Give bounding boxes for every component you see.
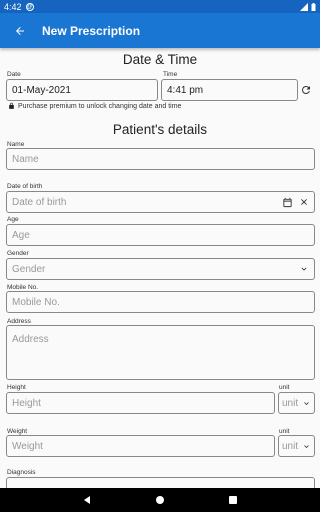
date-value: 01-May-2021 xyxy=(12,84,71,96)
page-title: New Prescription xyxy=(42,23,141,38)
calendar-icon[interactable] xyxy=(282,197,293,208)
address-placeholder: Address xyxy=(12,334,49,345)
patient-details-heading: Patient's details xyxy=(112,122,208,137)
weight-label: Weight xyxy=(7,428,28,435)
height-unit-select[interactable]: unit xyxy=(278,392,315,414)
gender-placeholder: Gender xyxy=(12,263,46,275)
name-placeholder: Name xyxy=(12,153,39,165)
address-label: Address xyxy=(7,318,31,325)
form-scroll-area[interactable]: Date & Time Date 01-May-2021 Time 4:41 p… xyxy=(0,48,320,488)
diagnosis-label: Diagnosis xyxy=(7,469,36,476)
refresh-icon[interactable] xyxy=(300,84,312,96)
back-button[interactable] xyxy=(0,13,40,48)
date-field[interactable]: 01-May-2021 xyxy=(6,79,158,101)
age-input[interactable]: Age xyxy=(6,224,315,246)
mobile-label: Mobile No. xyxy=(7,284,39,291)
height-unit-label: unit xyxy=(279,384,290,391)
dob-placeholder: Date of birth xyxy=(12,196,67,208)
notification-icon: @ xyxy=(25,2,34,11)
weight-unit-label: unit xyxy=(279,428,290,435)
system-nav-bar xyxy=(0,488,320,512)
dob-input[interactable]: Date of birth xyxy=(6,191,315,213)
battery-icon xyxy=(311,2,316,11)
date-label: Date xyxy=(7,71,21,78)
name-label: Name xyxy=(7,141,25,148)
age-placeholder: Age xyxy=(12,229,30,241)
weight-placeholder: Weight xyxy=(12,440,43,452)
age-label: Age xyxy=(7,216,19,223)
date-time-heading: Date & Time xyxy=(122,52,198,67)
gender-select[interactable]: Gender xyxy=(6,258,315,280)
weight-unit-placeholder: unit xyxy=(282,440,299,452)
height-input[interactable]: Height xyxy=(6,392,275,414)
arrow-back-icon xyxy=(16,26,24,35)
weight-input[interactable]: Weight xyxy=(6,435,275,457)
height-placeholder: Height xyxy=(12,397,41,409)
nav-back-icon[interactable] xyxy=(82,495,92,505)
status-time: 4:42 xyxy=(4,1,22,12)
chevron-down-icon xyxy=(304,401,309,405)
status-bar: 4:42 @ xyxy=(0,0,320,13)
address-textarea[interactable]: Address xyxy=(6,325,315,380)
height-label: Height xyxy=(7,384,26,391)
nav-recents-icon[interactable] xyxy=(228,495,238,505)
mobile-input[interactable]: Mobile No. xyxy=(6,291,315,313)
premium-note: Purchase premium to unlock changing date… xyxy=(8,102,181,110)
dob-label: Date of birth xyxy=(7,183,43,190)
nav-home-icon[interactable] xyxy=(155,495,165,505)
time-field[interactable]: 4:41 pm xyxy=(161,79,298,101)
premium-note-text: Purchase premium to unlock changing date… xyxy=(18,102,182,110)
time-value: 4:41 pm xyxy=(167,84,204,96)
lock-icon xyxy=(9,102,14,109)
mobile-placeholder: Mobile No. xyxy=(12,296,60,308)
weight-unit-select[interactable]: unit xyxy=(278,435,315,457)
gender-label: Gender xyxy=(7,250,29,257)
app-bar: New Prescription xyxy=(0,13,320,48)
chevron-down-icon xyxy=(304,444,309,448)
name-input[interactable]: Name xyxy=(6,148,315,170)
time-label: Time xyxy=(163,71,178,78)
clear-icon[interactable] xyxy=(299,197,309,207)
chevron-down-icon xyxy=(301,267,307,271)
height-unit-placeholder: unit xyxy=(282,397,299,409)
signal-icon xyxy=(300,2,308,11)
diagnosis-input[interactable] xyxy=(6,477,315,488)
